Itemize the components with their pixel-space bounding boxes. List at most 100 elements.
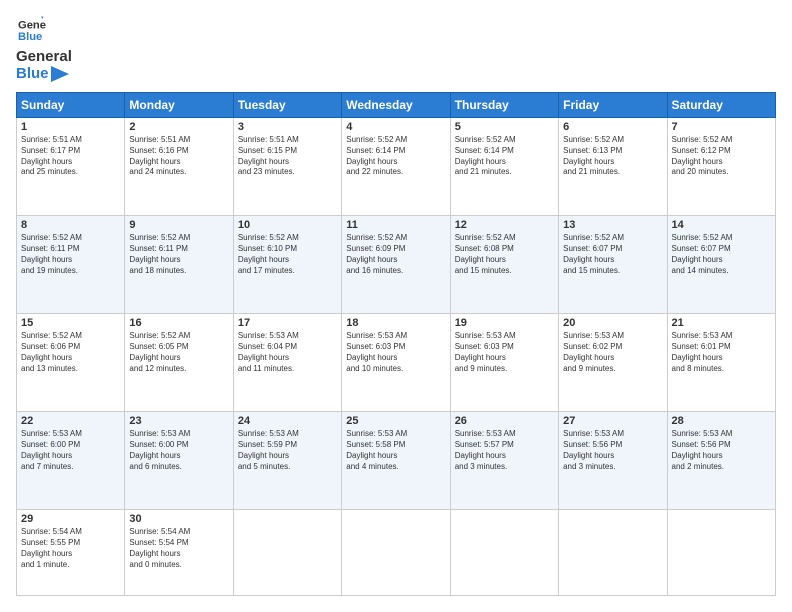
cell-info: Sunrise: 5:53 AM Sunset: 6:03 PM Dayligh… [455, 331, 554, 374]
day-cell-22: 22 Sunrise: 5:53 AM Sunset: 6:00 PM Dayl… [17, 412, 125, 510]
day-cell-5: 5 Sunrise: 5:52 AM Sunset: 6:14 PM Dayli… [450, 118, 558, 216]
day-cell-2: 2 Sunrise: 5:51 AM Sunset: 6:16 PM Dayli… [125, 118, 233, 216]
col-header-sunday: Sunday [17, 93, 125, 118]
cell-info: Sunrise: 5:52 AM Sunset: 6:07 PM Dayligh… [563, 233, 662, 276]
day-cell-17: 17 Sunrise: 5:53 AM Sunset: 6:04 PM Dayl… [233, 314, 341, 412]
cell-info: Sunrise: 5:51 AM Sunset: 6:16 PM Dayligh… [129, 135, 228, 178]
day-number: 27 [563, 415, 662, 427]
day-number: 5 [455, 121, 554, 133]
cell-info: Sunrise: 5:53 AM Sunset: 6:04 PM Dayligh… [238, 331, 337, 374]
svg-text:Blue: Blue [18, 31, 42, 43]
cell-info: Sunrise: 5:52 AM Sunset: 6:14 PM Dayligh… [346, 135, 445, 178]
cell-info: Sunrise: 5:53 AM Sunset: 5:56 PM Dayligh… [563, 429, 662, 472]
cell-info: Sunrise: 5:53 AM Sunset: 5:57 PM Dayligh… [455, 429, 554, 472]
day-number: 20 [563, 317, 662, 329]
day-cell-28: 28 Sunrise: 5:53 AM Sunset: 5:56 PM Dayl… [667, 412, 775, 510]
day-number: 16 [129, 317, 228, 329]
empty-cell [667, 510, 775, 596]
header: General Blue General Blue [16, 16, 776, 82]
col-header-saturday: Saturday [667, 93, 775, 118]
cell-info: Sunrise: 5:53 AM Sunset: 6:00 PM Dayligh… [21, 429, 120, 472]
col-header-monday: Monday [125, 93, 233, 118]
day-number: 9 [129, 219, 228, 231]
day-number: 7 [672, 121, 771, 133]
week-row-5: 29 Sunrise: 5:54 AM Sunset: 5:55 PM Dayl… [17, 510, 776, 596]
cell-info: Sunrise: 5:52 AM Sunset: 6:05 PM Dayligh… [129, 331, 228, 374]
calendar-table: SundayMondayTuesdayWednesdayThursdayFrid… [16, 92, 776, 596]
logo-icon: General Blue [18, 16, 46, 44]
day-number: 1 [21, 121, 120, 133]
day-cell-20: 20 Sunrise: 5:53 AM Sunset: 6:02 PM Dayl… [559, 314, 667, 412]
cell-info: Sunrise: 5:52 AM Sunset: 6:10 PM Dayligh… [238, 233, 337, 276]
logo-line1: General [16, 49, 72, 66]
week-row-3: 15 Sunrise: 5:52 AM Sunset: 6:06 PM Dayl… [17, 314, 776, 412]
cell-info: Sunrise: 5:52 AM Sunset: 6:08 PM Dayligh… [455, 233, 554, 276]
day-number: 29 [21, 513, 120, 525]
day-number: 24 [238, 415, 337, 427]
day-number: 14 [672, 219, 771, 231]
day-cell-16: 16 Sunrise: 5:52 AM Sunset: 6:05 PM Dayl… [125, 314, 233, 412]
cell-info: Sunrise: 5:52 AM Sunset: 6:11 PM Dayligh… [129, 233, 228, 276]
cell-info: Sunrise: 5:52 AM Sunset: 6:06 PM Dayligh… [21, 331, 120, 374]
day-number: 6 [563, 121, 662, 133]
day-number: 4 [346, 121, 445, 133]
page: General Blue General Blue [0, 0, 792, 612]
day-number: 11 [346, 219, 445, 231]
cell-info: Sunrise: 5:53 AM Sunset: 6:01 PM Dayligh… [672, 331, 771, 374]
day-number: 8 [21, 219, 120, 231]
day-cell-13: 13 Sunrise: 5:52 AM Sunset: 6:07 PM Dayl… [559, 216, 667, 314]
day-cell-23: 23 Sunrise: 5:53 AM Sunset: 6:00 PM Dayl… [125, 412, 233, 510]
col-header-wednesday: Wednesday [342, 93, 450, 118]
day-cell-30: 30 Sunrise: 5:54 AM Sunset: 5:54 PM Dayl… [125, 510, 233, 596]
cell-info: Sunrise: 5:53 AM Sunset: 5:58 PM Dayligh… [346, 429, 445, 472]
day-number: 15 [21, 317, 120, 329]
col-header-friday: Friday [559, 93, 667, 118]
cell-info: Sunrise: 5:51 AM Sunset: 6:15 PM Dayligh… [238, 135, 337, 178]
logo-arrow [51, 66, 69, 82]
day-cell-15: 15 Sunrise: 5:52 AM Sunset: 6:06 PM Dayl… [17, 314, 125, 412]
cell-info: Sunrise: 5:52 AM Sunset: 6:12 PM Dayligh… [672, 135, 771, 178]
cell-info: Sunrise: 5:52 AM Sunset: 6:13 PM Dayligh… [563, 135, 662, 178]
cell-info: Sunrise: 5:53 AM Sunset: 5:56 PM Dayligh… [672, 429, 771, 472]
day-cell-24: 24 Sunrise: 5:53 AM Sunset: 5:59 PM Dayl… [233, 412, 341, 510]
day-number: 22 [21, 415, 120, 427]
empty-cell [233, 510, 341, 596]
day-number: 21 [672, 317, 771, 329]
calendar-header-row: SundayMondayTuesdayWednesdayThursdayFrid… [17, 93, 776, 118]
cell-info: Sunrise: 5:53 AM Sunset: 6:02 PM Dayligh… [563, 331, 662, 374]
col-header-thursday: Thursday [450, 93, 558, 118]
day-number: 13 [563, 219, 662, 231]
day-cell-14: 14 Sunrise: 5:52 AM Sunset: 6:07 PM Dayl… [667, 216, 775, 314]
svg-text:General: General [18, 20, 46, 32]
day-number: 28 [672, 415, 771, 427]
day-cell-8: 8 Sunrise: 5:52 AM Sunset: 6:11 PM Dayli… [17, 216, 125, 314]
day-number: 3 [238, 121, 337, 133]
day-cell-21: 21 Sunrise: 5:53 AM Sunset: 6:01 PM Dayl… [667, 314, 775, 412]
empty-cell [559, 510, 667, 596]
empty-cell [342, 510, 450, 596]
cell-info: Sunrise: 5:52 AM Sunset: 6:09 PM Dayligh… [346, 233, 445, 276]
cell-info: Sunrise: 5:54 AM Sunset: 5:55 PM Dayligh… [21, 527, 120, 570]
day-cell-29: 29 Sunrise: 5:54 AM Sunset: 5:55 PM Dayl… [17, 510, 125, 596]
week-row-2: 8 Sunrise: 5:52 AM Sunset: 6:11 PM Dayli… [17, 216, 776, 314]
day-cell-4: 4 Sunrise: 5:52 AM Sunset: 6:14 PM Dayli… [342, 118, 450, 216]
day-cell-1: 1 Sunrise: 5:51 AM Sunset: 6:17 PM Dayli… [17, 118, 125, 216]
cell-info: Sunrise: 5:53 AM Sunset: 6:00 PM Dayligh… [129, 429, 228, 472]
week-row-4: 22 Sunrise: 5:53 AM Sunset: 6:00 PM Dayl… [17, 412, 776, 510]
day-number: 2 [129, 121, 228, 133]
day-cell-12: 12 Sunrise: 5:52 AM Sunset: 6:08 PM Dayl… [450, 216, 558, 314]
day-cell-26: 26 Sunrise: 5:53 AM Sunset: 5:57 PM Dayl… [450, 412, 558, 510]
day-cell-27: 27 Sunrise: 5:53 AM Sunset: 5:56 PM Dayl… [559, 412, 667, 510]
day-cell-18: 18 Sunrise: 5:53 AM Sunset: 6:03 PM Dayl… [342, 314, 450, 412]
day-cell-7: 7 Sunrise: 5:52 AM Sunset: 6:12 PM Dayli… [667, 118, 775, 216]
cell-info: Sunrise: 5:52 AM Sunset: 6:14 PM Dayligh… [455, 135, 554, 178]
day-cell-19: 19 Sunrise: 5:53 AM Sunset: 6:03 PM Dayl… [450, 314, 558, 412]
day-number: 17 [238, 317, 337, 329]
cell-info: Sunrise: 5:53 AM Sunset: 5:59 PM Dayligh… [238, 429, 337, 472]
day-number: 26 [455, 415, 554, 427]
week-row-1: 1 Sunrise: 5:51 AM Sunset: 6:17 PM Dayli… [17, 118, 776, 216]
cell-info: Sunrise: 5:54 AM Sunset: 5:54 PM Dayligh… [129, 527, 228, 570]
empty-cell [450, 510, 558, 596]
cell-info: Sunrise: 5:53 AM Sunset: 6:03 PM Dayligh… [346, 331, 445, 374]
day-cell-6: 6 Sunrise: 5:52 AM Sunset: 6:13 PM Dayli… [559, 118, 667, 216]
